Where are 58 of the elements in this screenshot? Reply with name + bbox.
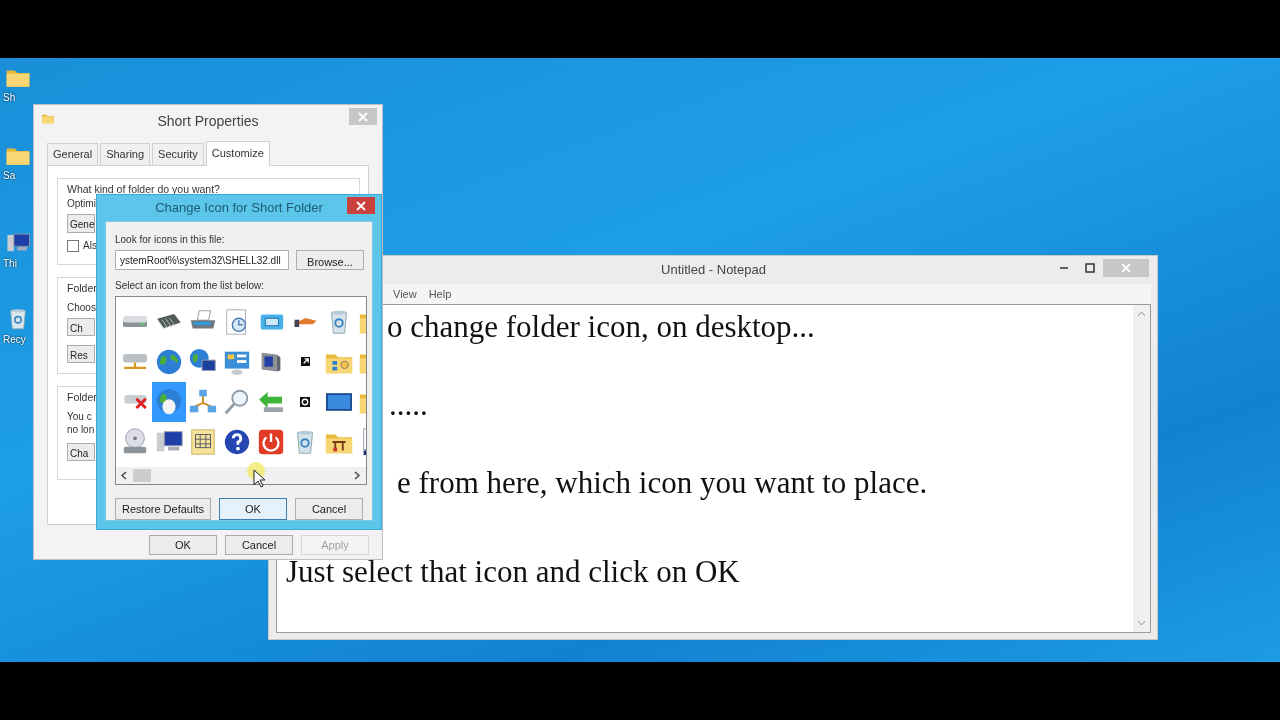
- text-line: e from here, which icon you want to place.: [397, 464, 928, 502]
- tab[interactable]: General: [47, 143, 99, 165]
- monitor-icon: [326, 392, 352, 411]
- globe-icon: [154, 386, 184, 417]
- window-title: Short Properties: [157, 111, 259, 131]
- label: Optimi: [67, 197, 96, 211]
- tab[interactable]: Security: [152, 143, 204, 165]
- drive-error-icon: [123, 394, 147, 409]
- scroll-right-icon[interactable]: [354, 470, 360, 480]
- button[interactable]: Cancel: [225, 534, 293, 555]
- button[interactable]: Res: [67, 345, 95, 363]
- scroll-up-icon[interactable]: [1137, 311, 1146, 317]
- browse-button[interactable]: Browse...: [296, 249, 364, 270]
- dialog-title: Change Icon for Short Folder: [155, 199, 323, 217]
- chip-icon: [157, 314, 181, 329]
- field-label: Look for icons in this file:: [115, 232, 225, 246]
- text-line: o change folder icon, on desktop...: [387, 308, 815, 346]
- scroll-left-icon[interactable]: [121, 470, 127, 480]
- network-drive-icon: [123, 354, 147, 369]
- button[interactable]: OK: [219, 497, 287, 520]
- folder-icon: [42, 114, 54, 124]
- close-button[interactable]: [347, 197, 375, 214]
- grid-page-icon: [188, 426, 218, 457]
- file-path-field[interactable]: ystemRoot%\system32\SHELL32.dll: [115, 249, 289, 270]
- button[interactable]: OK: [149, 534, 217, 555]
- button[interactable]: Cha: [67, 442, 95, 461]
- drive-icon: [123, 315, 147, 328]
- dropdown[interactable]: Gene: [67, 214, 95, 234]
- clock-badge-icon: [300, 396, 310, 407]
- scrollbar[interactable]: [1133, 305, 1150, 632]
- text-line: .....: [389, 386, 428, 424]
- description-line: no lon: [67, 422, 95, 436]
- scrollbar[interactable]: [116, 466, 366, 484]
- menu-item[interactable]: Help: [428, 285, 452, 303]
- menu-item[interactable]: View: [393, 285, 417, 303]
- scrollbar-thumb[interactable]: [133, 468, 151, 482]
- button[interactable]: Cancel: [295, 497, 363, 520]
- checkbox[interactable]: [67, 239, 79, 252]
- label: Choos: [67, 301, 96, 314]
- arrow-icon: [259, 391, 283, 412]
- close-icon: [358, 111, 368, 122]
- scroll-down-icon[interactable]: [1137, 620, 1146, 626]
- shortcut-icon: [300, 357, 310, 366]
- checkbox-label: Als: [83, 239, 97, 253]
- button[interactable]: Ch: [67, 318, 95, 336]
- list-label: Select an icon from the list below:: [115, 278, 264, 292]
- tab[interactable]: Customize: [205, 141, 270, 166]
- text-line: Just select that icon and click on OK: [286, 553, 740, 591]
- button[interactable]: Restore Defaults: [115, 497, 211, 520]
- minimize-icon: [1059, 267, 1069, 269]
- button: Apply: [301, 534, 369, 555]
- close-icon: [1121, 263, 1131, 273]
- maximize-icon: [1085, 263, 1095, 273]
- tab[interactable]: Sharing: [100, 143, 151, 165]
- description-line: You c: [67, 409, 92, 423]
- window-title: Untitled - Notepad: [661, 261, 766, 280]
- hand-icon: [293, 316, 317, 327]
- close-icon: [356, 200, 366, 211]
